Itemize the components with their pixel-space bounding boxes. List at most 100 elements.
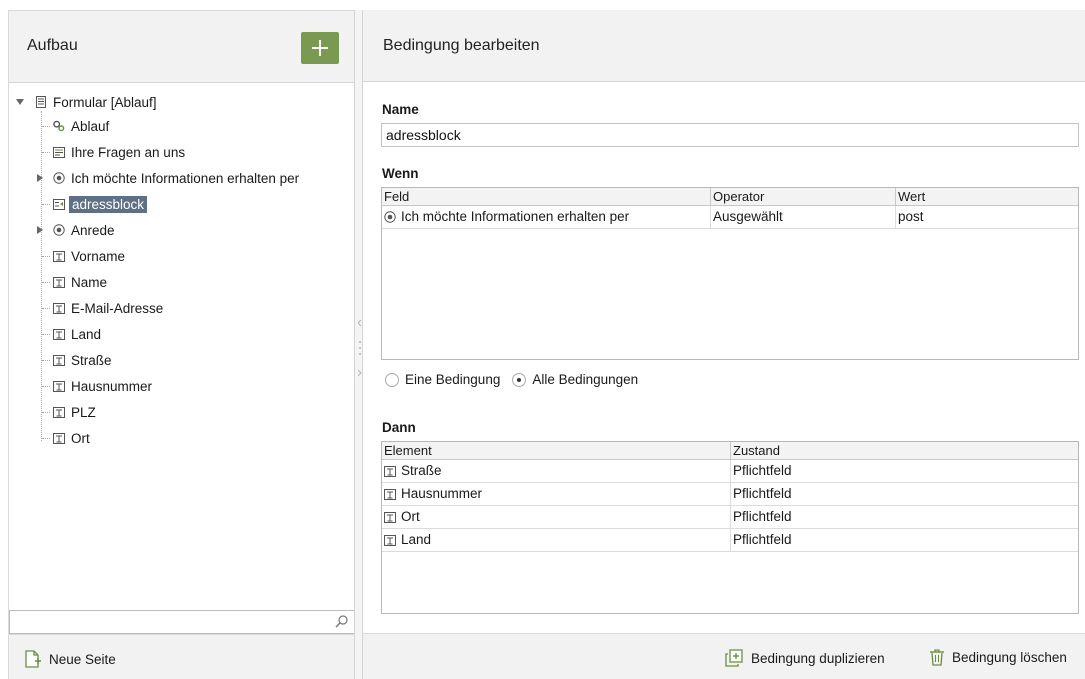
tree-search-field[interactable]	[9, 610, 355, 634]
tree-connector	[42, 152, 50, 153]
tree-item-label: Anrede	[71, 222, 115, 238]
duplicate-condition-button[interactable]: Bedingung duplizieren	[725, 649, 885, 667]
delete-condition-button[interactable]: Bedingung löschen	[930, 649, 1067, 666]
dann-element-cell: Ort	[382, 506, 731, 528]
delete-condition-label: Bedingung löschen	[952, 650, 1067, 665]
tree-connector	[42, 204, 50, 205]
tree-item-strasse[interactable]: Straße	[53, 349, 112, 371]
trash-icon	[930, 649, 944, 666]
radio-icon	[53, 224, 65, 236]
textfield-icon	[53, 328, 65, 340]
radio-icon	[53, 172, 65, 184]
tree-connector	[42, 126, 50, 127]
textarea-icon	[53, 146, 65, 158]
textfield-icon	[384, 534, 396, 546]
dann-zustand-cell: Pflichtfeld	[733, 509, 792, 524]
condition-mode-group: Eine Bedingung Alle Bedingungen	[385, 372, 650, 387]
tree-item-label: PLZ	[71, 404, 96, 420]
textfield-icon	[384, 488, 396, 500]
column-header-wert[interactable]: Wert	[896, 188, 1078, 205]
wenn-feld-text: Ich möchte Informationen erhalten per	[401, 209, 630, 224]
condition-editor-header: Bedingung bearbeiten	[363, 10, 1085, 82]
table-row[interactable]: Hausnummer Pflichtfeld	[382, 483, 1078, 506]
textfield-icon	[53, 302, 65, 314]
splitter-grip-icon	[358, 320, 362, 377]
tree-item-ablauf[interactable]: Ablauf	[53, 115, 109, 137]
dann-element-cell: Straße	[382, 460, 731, 482]
duplicate-icon	[725, 649, 743, 667]
dann-table-header: Element Zustand	[382, 442, 1078, 460]
radio-eine-bedingung[interactable]	[385, 372, 399, 387]
new-page-label: Neue Seite	[49, 651, 116, 667]
tree-item-label: Vorname	[71, 248, 126, 264]
textfield-icon	[384, 511, 396, 523]
wenn-table: Feld Operator Wert Ich möchte Informatio…	[381, 187, 1079, 360]
table-row[interactable]: Straße Pflichtfeld	[382, 460, 1078, 483]
tree-connector	[42, 386, 50, 387]
collapsed-arrow-icon[interactable]	[35, 225, 45, 235]
condition-name-field[interactable]	[381, 123, 1079, 147]
table-row[interactable]: Ich möchte Informationen erhalten per Au…	[382, 206, 1078, 229]
tree-item-hausnummer[interactable]: Hausnummer	[53, 375, 152, 397]
tree-search-input[interactable]	[10, 611, 320, 633]
tree-item-email[interactable]: E-Mail-Adresse	[53, 297, 163, 319]
tree-item-label: Ablauf	[71, 118, 110, 134]
tree-item-anrede[interactable]: Anrede	[9, 219, 349, 241]
tree-item-formular[interactable]: Formular [Ablauf]	[9, 91, 349, 113]
radio-eine-bedingung-label[interactable]: Eine Bedingung	[405, 372, 500, 387]
dann-zustand-cell: Pflichtfeld	[733, 486, 792, 501]
tree-item-ort[interactable]: Ort	[53, 427, 90, 449]
collapsed-arrow-icon[interactable]	[35, 173, 45, 183]
new-page-icon	[25, 650, 41, 668]
new-page-button[interactable]: Neue Seite	[25, 650, 116, 668]
tree-item-label: Land	[71, 326, 102, 342]
wenn-section-label: Wenn	[382, 166, 419, 181]
column-header-element[interactable]: Element	[382, 442, 731, 459]
tree-item-label: Hausnummer	[71, 378, 153, 394]
dann-section-label: Dann	[382, 420, 416, 435]
dann-zustand-cell: Pflichtfeld	[733, 532, 792, 547]
tree-connector	[42, 438, 50, 439]
table-row[interactable]: Ort Pflichtfeld	[382, 506, 1078, 529]
column-header-zustand[interactable]: Zustand	[731, 442, 1078, 459]
tree-connector	[42, 334, 50, 335]
tree-item-vorname[interactable]: Vorname	[53, 245, 125, 267]
tree-connector	[42, 308, 50, 309]
textfield-icon	[53, 380, 65, 392]
dann-element-text: Ort	[401, 509, 420, 524]
panel-splitter[interactable]	[354, 10, 363, 679]
search-icon[interactable]	[335, 615, 348, 628]
column-header-feld[interactable]: Feld	[382, 188, 711, 205]
tree-item-adressblock[interactable]: adressblock	[53, 193, 148, 215]
radio-icon	[384, 211, 396, 223]
radio-alle-bedingungen-label[interactable]: Alle Bedingungen	[532, 372, 638, 387]
tree-item-informationen[interactable]: Ich möchte Informationen erhalten per	[9, 167, 349, 189]
tree-item-plz[interactable]: PLZ	[53, 401, 96, 423]
textfield-icon	[384, 465, 396, 477]
textfield-icon	[53, 432, 65, 444]
tree-guide-line	[41, 111, 42, 441]
tree-item-name[interactable]: Name	[53, 271, 107, 293]
radio-alle-bedingungen[interactable]	[512, 372, 527, 387]
duplicate-condition-label: Bedingung duplizieren	[751, 650, 885, 666]
condition-icon	[53, 198, 65, 210]
dann-table: Element Zustand Straße Pflichtfeld Hausn…	[381, 441, 1079, 614]
dann-element-cell: Hausnummer	[382, 483, 731, 505]
plus-icon	[312, 40, 328, 56]
dann-element-text: Land	[401, 532, 432, 547]
expand-arrow-icon[interactable]	[15, 97, 25, 107]
tree-connector	[42, 360, 50, 361]
tree-connector	[42, 256, 50, 257]
column-header-operator[interactable]: Operator	[711, 188, 896, 205]
wenn-table-header: Feld Operator Wert	[382, 188, 1078, 206]
structure-title: Aufbau	[27, 37, 78, 54]
table-row[interactable]: Land Pflichtfeld	[382, 529, 1078, 552]
tree-item-land[interactable]: Land	[53, 323, 101, 345]
add-element-button[interactable]	[301, 32, 339, 64]
tree-connector	[42, 282, 50, 283]
condition-editor-title: Bedingung bearbeiten	[383, 37, 540, 54]
tree-item-label: Formular [Ablauf]	[53, 94, 157, 110]
name-section-label: Name	[382, 102, 419, 117]
tree-item-fragen[interactable]: Ihre Fragen an uns	[53, 141, 185, 163]
wenn-operator-cell: Ausgewählt	[711, 206, 896, 228]
